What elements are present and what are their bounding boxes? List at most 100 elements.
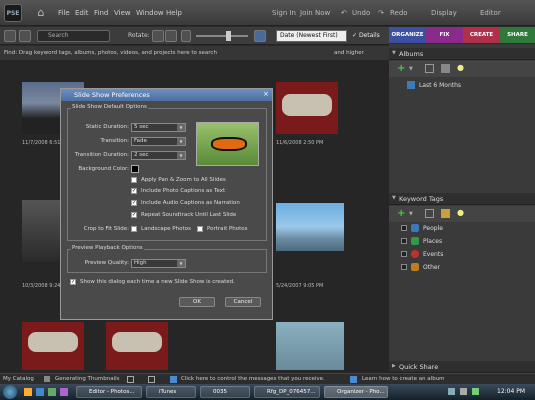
tab-fix[interactable]: FIX: [426, 27, 463, 43]
chevron-down-icon: ▼: [177, 138, 185, 145]
keyword-checkbox[interactable]: [401, 251, 407, 257]
tab-create[interactable]: CREATE: [463, 27, 500, 43]
ie-icon[interactable]: [36, 388, 44, 396]
photo-thumbnail[interactable]: [276, 322, 344, 370]
pan-zoom-checkbox[interactable]: [131, 177, 137, 183]
chevron-right-icon[interactable]: ▶: [392, 363, 396, 369]
repeat-soundtrack-checkbox[interactable]: ✓: [131, 212, 137, 218]
undo-icon[interactable]: ↶: [341, 9, 347, 17]
tray-icon[interactable]: [448, 388, 455, 395]
clock[interactable]: 12:04 PM: [497, 388, 525, 395]
slider-handle[interactable]: [226, 31, 231, 41]
thumbnail-size-slider[interactable]: [196, 35, 248, 37]
editor-menu[interactable]: Editor: [480, 9, 501, 17]
edit-icon[interactable]: [425, 209, 434, 218]
cancel-button[interactable]: Cancel: [225, 297, 261, 307]
app-icon[interactable]: [60, 388, 68, 396]
photo-thumbnail[interactable]: [276, 203, 344, 251]
keyword-label: Events: [423, 251, 444, 258]
message-icon[interactable]: [148, 376, 155, 383]
static-duration-select[interactable]: 5 sec ▼: [131, 123, 186, 132]
albums-header[interactable]: Albums: [389, 48, 535, 60]
menu-file[interactable]: File: [58, 9, 70, 17]
lightbulb-icon[interactable]: ●: [457, 63, 464, 72]
filmstrip-icon[interactable]: [127, 376, 134, 383]
task-itunes[interactable]: iTunes: [146, 386, 196, 398]
menu-find[interactable]: Find: [94, 9, 108, 17]
info-icon[interactable]: [350, 376, 357, 383]
album-item[interactable]: Last 6 Months: [419, 82, 461, 89]
close-icon[interactable]: ×: [263, 90, 269, 98]
network-icon[interactable]: [472, 388, 479, 395]
quick-share-header[interactable]: Quick Share: [389, 361, 535, 373]
keyword-checkbox[interactable]: [401, 225, 407, 231]
add-album-icon[interactable]: +: [397, 63, 405, 74]
audio-captions-checkbox[interactable]: ✓: [131, 200, 137, 206]
find-bar-text: Find: Drag keyword tags, albums, photos,…: [4, 50, 217, 56]
large-thumb-icon[interactable]: [254, 30, 266, 42]
preview-quality-select[interactable]: High ▼: [131, 259, 186, 268]
menu-help[interactable]: Help: [166, 9, 182, 17]
keyword-places[interactable]: Places: [401, 236, 521, 247]
undo-button[interactable]: Undo: [352, 9, 370, 17]
tag-icon[interactable]: [441, 209, 450, 218]
show-dialog-checkbox[interactable]: ✓: [70, 279, 76, 285]
sort-select[interactable]: Date (Newest First): [276, 30, 347, 42]
lightbulb-icon[interactable]: ●: [457, 208, 464, 217]
task-folder[interactable]: 0035: [200, 386, 250, 398]
join-now-link[interactable]: Join Now: [300, 9, 330, 17]
menu-window[interactable]: Window: [136, 9, 164, 17]
volume-icon[interactable]: [460, 388, 467, 395]
desktop-icon[interactable]: [48, 388, 56, 396]
tab-share[interactable]: SHARE: [500, 27, 535, 43]
task-editor[interactable]: Editor - Photos...: [76, 386, 142, 398]
chevron-down-icon[interactable]: ▼: [392, 195, 396, 201]
photo-thumbnail[interactable]: [22, 322, 84, 370]
background-color-swatch[interactable]: [131, 165, 139, 173]
photo-thumbnail[interactable]: [276, 82, 338, 134]
details-checkbox[interactable]: ✓ Details: [352, 30, 388, 42]
transition-label: Transition:: [100, 138, 129, 144]
transition-duration-select[interactable]: 2 sec ▼: [131, 151, 186, 160]
chevron-down-icon: ▼: [177, 260, 185, 267]
info-icon[interactable]: [170, 376, 177, 383]
image-icon[interactable]: [441, 64, 450, 73]
keyword-other[interactable]: Other: [401, 262, 521, 273]
redo-icon[interactable]: ↷: [378, 9, 384, 17]
rotate-left-icon[interactable]: [152, 30, 164, 42]
crop-portrait-checkbox[interactable]: [197, 226, 203, 232]
home-icon[interactable]: ⌂: [34, 6, 48, 20]
rotate-right-icon[interactable]: [165, 30, 177, 42]
firefox-icon[interactable]: [24, 388, 32, 396]
task-organizer[interactable]: Organizer - Pho...: [324, 386, 388, 398]
add-tag-icon[interactable]: +: [397, 208, 405, 219]
album-icon: [407, 81, 415, 89]
small-thumb-icon[interactable]: [181, 30, 191, 42]
search-input[interactable]: Search: [37, 30, 110, 42]
photo-thumbnail[interactable]: [106, 322, 168, 370]
ok-button[interactable]: OK: [179, 297, 215, 307]
chevron-down-icon[interactable]: ▼: [409, 66, 413, 72]
crop-landscape-checkbox[interactable]: [131, 226, 137, 232]
start-button[interactable]: [3, 385, 17, 399]
captions-text-checkbox[interactable]: ✓: [131, 188, 137, 194]
redo-button[interactable]: Redo: [390, 9, 408, 17]
keyword-checkbox[interactable]: [401, 238, 407, 244]
keyword-tags-header[interactable]: Keyword Tags: [389, 193, 535, 205]
keyword-people[interactable]: People: [401, 223, 521, 234]
forward-icon[interactable]: [19, 30, 31, 42]
display-menu[interactable]: Display: [431, 9, 457, 17]
transition-select[interactable]: Fade ▼: [131, 137, 186, 146]
find-bar[interactable]: Find: Drag keyword tags, albums, photos,…: [0, 46, 389, 60]
sign-in-link[interactable]: Sign In: [272, 9, 296, 17]
task-file[interactable]: Rfg_DP_076457...: [254, 386, 320, 398]
chevron-down-icon[interactable]: ▼: [409, 211, 413, 217]
keyword-checkbox[interactable]: [401, 264, 407, 270]
keyword-events[interactable]: Events: [401, 249, 521, 260]
tab-organize[interactable]: ORGANIZE: [389, 27, 426, 43]
chevron-down-icon[interactable]: ▼: [392, 50, 396, 56]
menu-edit[interactable]: Edit: [75, 9, 89, 17]
back-icon[interactable]: [4, 30, 16, 42]
edit-icon[interactable]: [425, 64, 434, 73]
menu-view[interactable]: View: [114, 9, 131, 17]
